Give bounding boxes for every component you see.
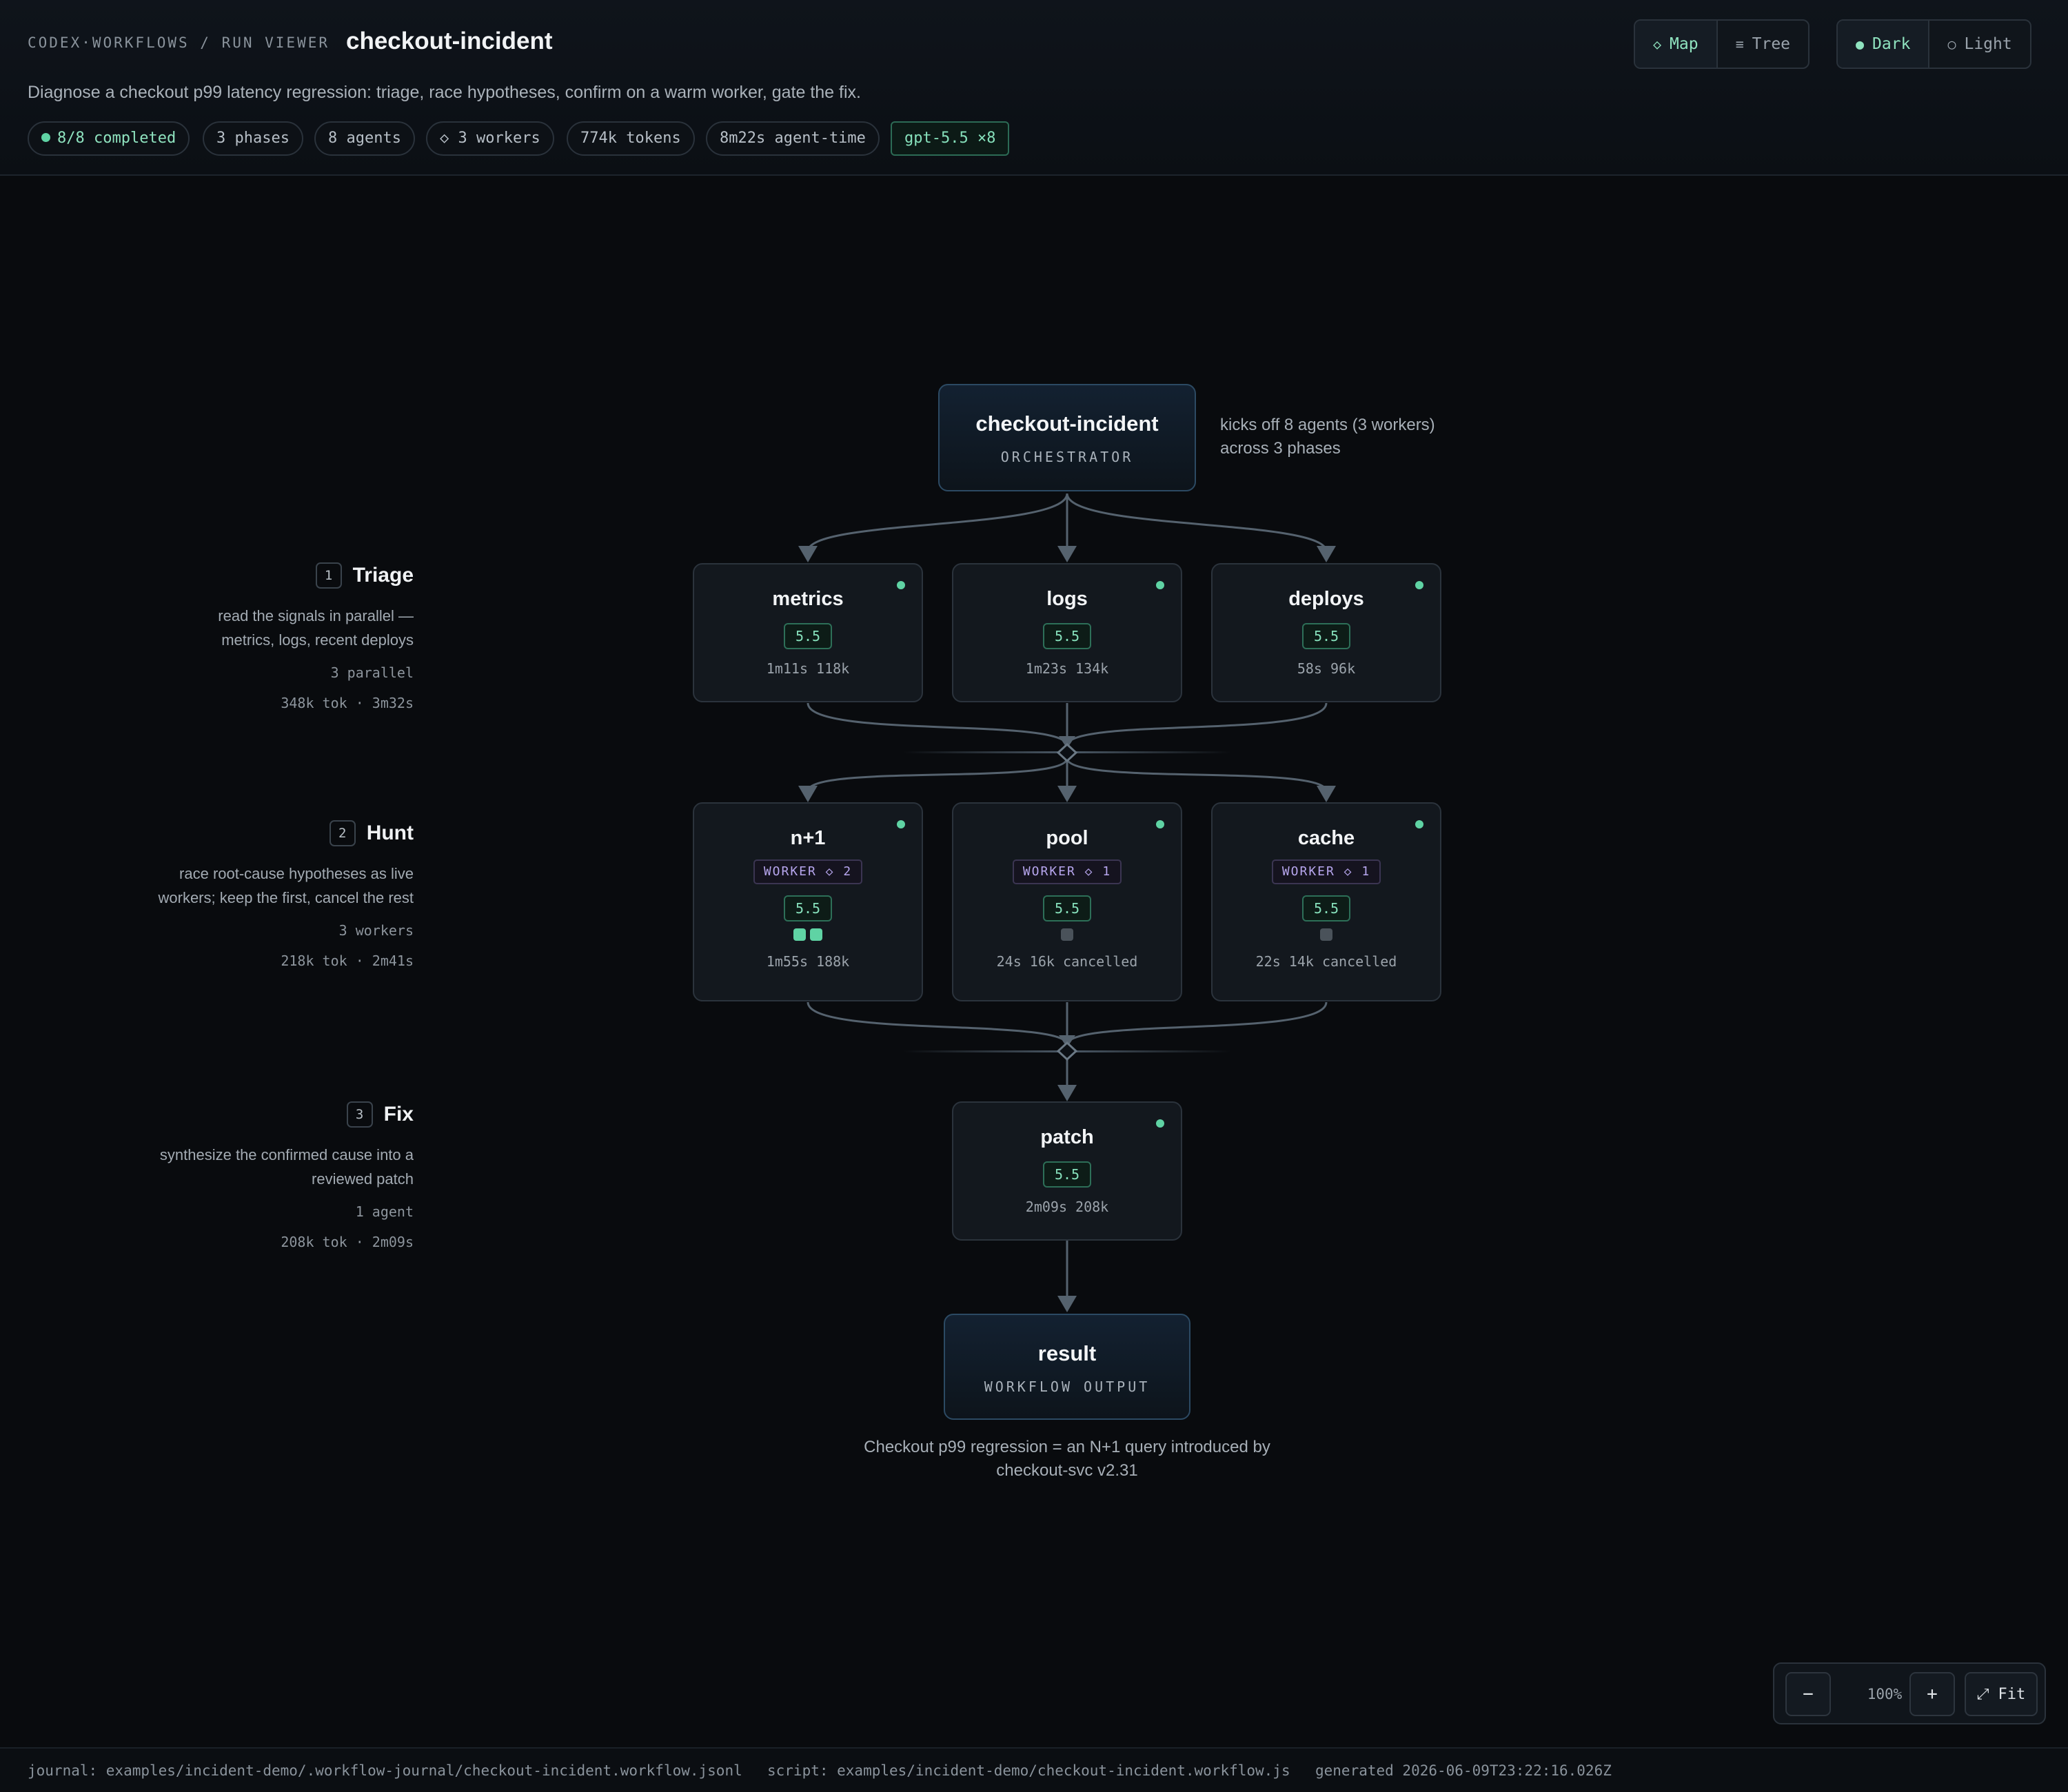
node-stats: 1m23s 134k (1025, 660, 1109, 677)
worker-slot-active (810, 928, 822, 941)
zoom-out-button[interactable]: − (1785, 1672, 1831, 1716)
model-badge: 5.5 (1042, 623, 1092, 649)
edge-cache-join (1066, 1001, 1328, 1046)
node-title: n+1 (790, 827, 826, 849)
node-metrics[interactable]: metrics 5.5 1m11s 118k (693, 563, 923, 702)
orchestrator-node[interactable]: checkout-incident ORCHESTRATOR (938, 384, 1196, 491)
arrowhead (1057, 546, 1077, 562)
node-stats: 24s 16k cancelled (996, 953, 1138, 970)
node-title: checkout-incident (975, 411, 1159, 436)
join-diamond-icon (1056, 742, 1078, 763)
node-deploys[interactable]: deploys 5.5 58s 96k (1211, 563, 1441, 702)
script-path: script: examples/incident-demo/checkout-… (767, 1762, 1290, 1779)
worker-badge: WORKER ◇ 1 (1271, 859, 1381, 884)
model-badge: 5.5 (1301, 895, 1351, 922)
edge-deploys-join (1066, 702, 1328, 746)
status-dot-icon (897, 581, 905, 589)
footer: journal: examples/incident-demo/.workflo… (0, 1747, 2068, 1792)
model-badge: 5.5 (1301, 623, 1351, 649)
model-badge: 5.5 (783, 895, 833, 922)
generated-timestamp: generated 2026-06-09T23:22:16.026Z (1315, 1762, 1612, 1779)
node-title: result (1037, 1341, 1097, 1365)
status-dot-icon (1415, 581, 1423, 589)
status-dot-icon (1156, 1119, 1164, 1128)
worker-slot-cancelled (1320, 928, 1332, 941)
model-badge: 5.5 (783, 623, 833, 649)
node-role: WORKFLOW OUTPUT (984, 1378, 1150, 1395)
edge-join-cache (1066, 757, 1328, 792)
node-pool[interactable]: pool WORKER ◇ 1 5.5 24s 16k cancelled (952, 802, 1182, 1001)
join-diamond-icon (1056, 1041, 1078, 1061)
arrowhead (798, 786, 818, 802)
status-dot-icon (1156, 820, 1164, 828)
result-node[interactable]: result WORKFLOW OUTPUT (944, 1314, 1190, 1420)
fit-button[interactable]: ⤢ Fit (1965, 1672, 2038, 1716)
arrowhead (798, 546, 818, 562)
result-summary: Checkout p99 regression = an N+1 query i… (864, 1438, 1270, 1480)
zoom-controls: − 100% + ⤢ Fit (1773, 1662, 2046, 1724)
node-title: deploys (1288, 588, 1364, 610)
status-dot-icon (1156, 581, 1164, 589)
node-stats: 22s 14k cancelled (1255, 953, 1397, 970)
node-stats: 1m55s 188k (766, 953, 850, 970)
node-stats: 1m11s 118k (766, 660, 850, 677)
worker-badge: WORKER ◇ 1 (1012, 859, 1122, 884)
node-title: metrics (772, 588, 844, 610)
node-role: ORCHESTRATOR (1000, 449, 1134, 465)
node-stats: 2m09s 208k (1025, 1199, 1109, 1215)
edge-metrics-join (807, 702, 1068, 746)
node-logs[interactable]: logs 5.5 1m23s 134k (952, 563, 1182, 702)
edge-n1-join (807, 1001, 1068, 1046)
arrowhead (1057, 786, 1077, 802)
arrowhead (1057, 1085, 1077, 1101)
node-title: logs (1046, 588, 1088, 610)
worker-badge: WORKER ◇ 2 (753, 859, 863, 884)
journal-path: journal: examples/incident-demo/.workflo… (28, 1762, 742, 1779)
worker-slots (694, 928, 922, 944)
edge-orchestrator-metrics (807, 493, 1068, 552)
edge-orchestrator-deploys (1066, 493, 1328, 552)
worker-slots (953, 928, 1181, 944)
status-dot-icon (897, 820, 905, 828)
node-n-plus-1[interactable]: n+1 WORKER ◇ 2 5.5 1m55s 188k (693, 802, 923, 1001)
node-title: pool (1046, 827, 1088, 849)
node-cache[interactable]: cache WORKER ◇ 1 5.5 22s 14k cancelled (1211, 802, 1441, 1001)
status-dot-icon (1415, 820, 1423, 828)
edge-join-n1 (807, 757, 1068, 792)
model-badge: 5.5 (1042, 895, 1092, 922)
worker-slots (1213, 928, 1440, 944)
node-title: cache (1297, 827, 1355, 849)
node-stats: 58s 96k (1297, 660, 1356, 677)
arrowhead (1057, 1296, 1077, 1312)
arrowhead (1317, 546, 1336, 562)
orchestrator-note: kicks off 8 agents (3 workers) across 3 … (1220, 416, 1435, 458)
node-title: patch (1040, 1126, 1094, 1148)
node-patch[interactable]: patch 5.5 2m09s 208k (952, 1101, 1182, 1241)
worker-slot-active (793, 928, 806, 941)
worker-slot-cancelled (1061, 928, 1073, 941)
model-badge: 5.5 (1042, 1161, 1092, 1188)
arrowhead (1317, 786, 1336, 802)
zoom-in-button[interactable]: + (1909, 1672, 1955, 1716)
